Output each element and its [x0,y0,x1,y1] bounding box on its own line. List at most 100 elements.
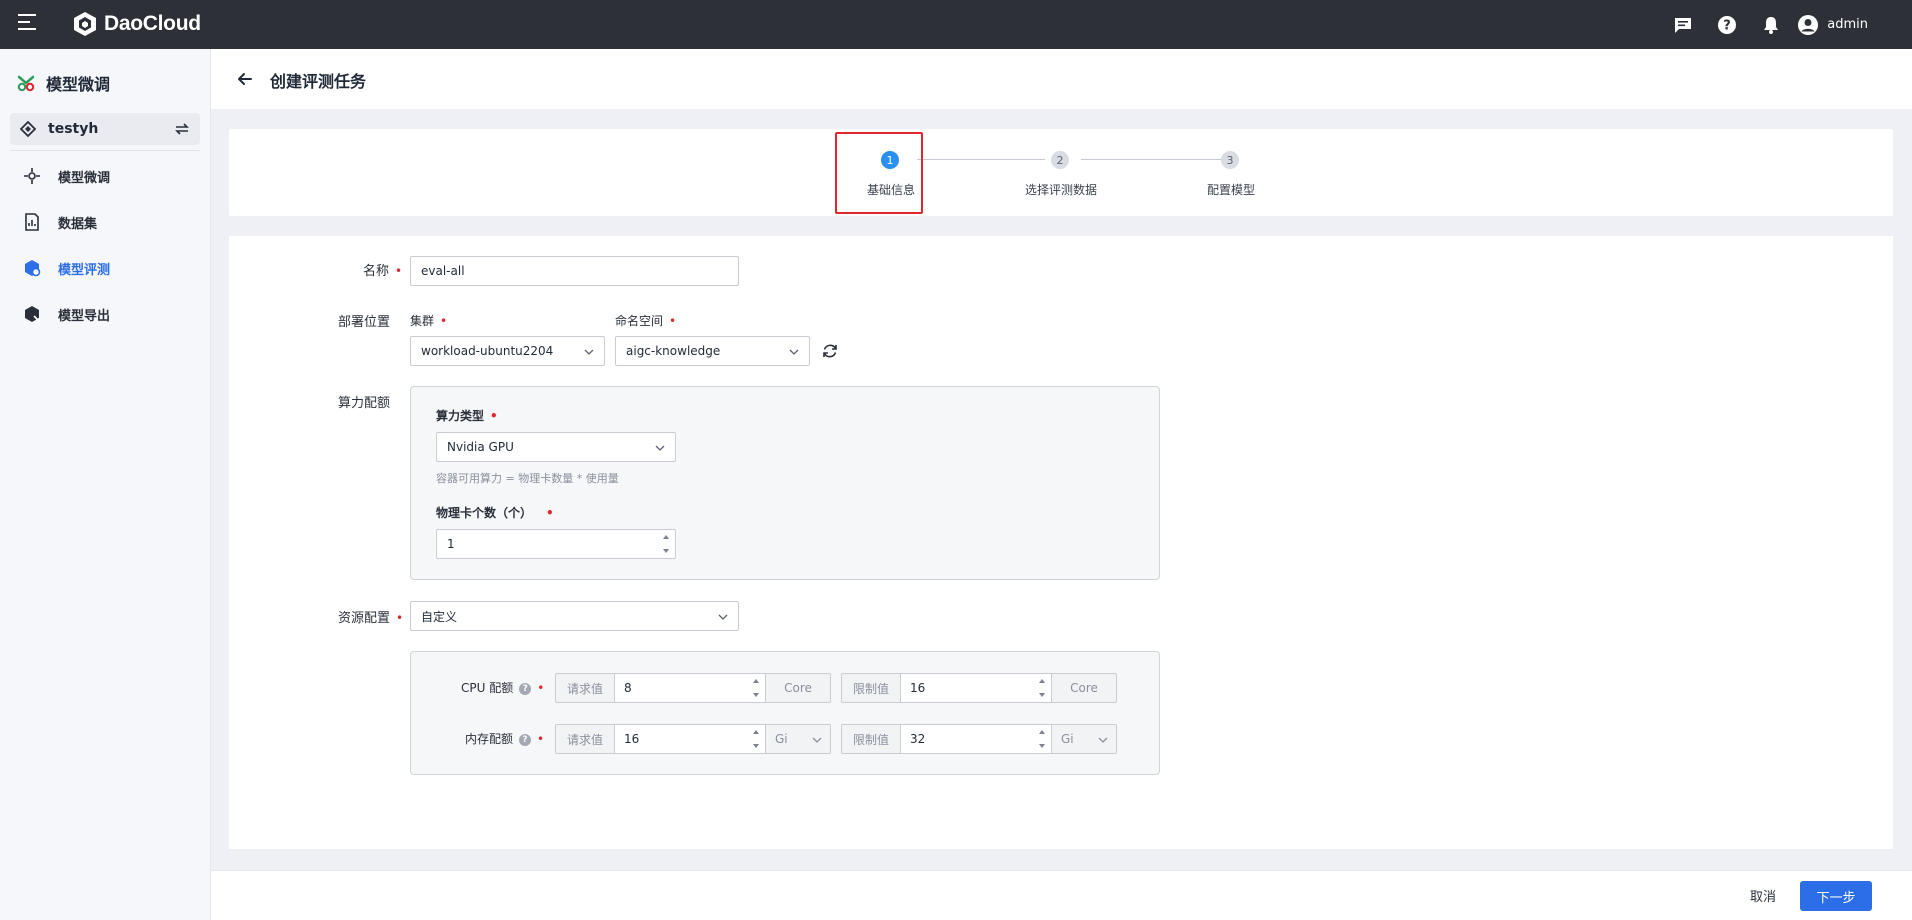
svg-text:?: ? [1723,18,1731,33]
memory-limit-prefix: 限制值 [841,724,901,754]
number-stepper[interactable] [1037,677,1047,699]
compute-type-value: Nvidia GPU [447,440,514,454]
cpu-request-prefix: 请求值 [555,673,615,703]
compute-type-select[interactable]: Nvidia GPU [436,432,676,462]
memory-limit-input[interactable]: 32 [900,724,1052,754]
deploy-label: 部署位置 [338,315,391,330]
sidebar-item-finetune[interactable]: 模型微调 [0,153,211,199]
step-connector [917,159,1045,160]
cluster-label: 集群 • [410,314,448,328]
number-stepper[interactable] [1037,728,1047,750]
resource-label: 资源配置 • [338,611,404,626]
chevron-down-icon [789,349,799,355]
dataset-icon [25,213,39,231]
chevron-down-icon [1098,737,1108,743]
user-name: admin [1827,17,1868,32]
chevron-down-icon [584,349,594,355]
sidebar-nav: 模型微调 数据集 模型评测 模型导出 [0,153,211,337]
next-step-button[interactable]: 下一步 [1800,881,1872,911]
namespace-label: 命名空间 • [615,314,677,328]
cpu-request-unit: Core [765,673,831,703]
workspace-name: testyh [48,121,99,137]
step-connector [1081,159,1227,160]
compute-type-label: 算力类型 • [436,409,498,423]
bell-icon[interactable] [1749,0,1793,49]
memory-request-input[interactable]: 16 [614,724,766,754]
cpu-quota-label: CPU 配额? • [461,681,545,695]
sidebar: 模型微调 testyh 模型微调 数据集 模型评测 模型导出 [0,49,211,920]
sidebar-item-label: 模型评测 [58,262,111,278]
memory-request-value: 16 [624,732,640,746]
gpu-count-label: 物理卡个数（个） • [436,506,554,520]
sidebar-item-label: 模型导出 [58,308,111,324]
page-title: 创建评测任务 [270,72,367,91]
cpu-limit-value: 16 [910,681,926,695]
refresh-icon[interactable] [821,342,839,360]
form-card: 名称 • eval-all 部署位置 集群 • workload-ubuntu220… [229,236,1893,849]
step-2-circle: 2 [1051,151,1069,169]
user-menu[interactable]: admin [1797,14,1868,36]
chevron-down-icon [655,445,665,451]
cpu-request-value: 8 [624,681,632,695]
number-stepper[interactable] [751,728,761,750]
gpu-count-value: 1 [447,537,455,551]
compute-label: 算力配额 [338,396,391,411]
resource-select[interactable]: 自定义 [410,601,739,631]
step-2-label: 选择评测数据 [1024,183,1098,197]
chevron-down-icon [718,614,728,620]
help-icon[interactable]: ? [519,682,532,695]
help-icon[interactable]: ? [519,733,532,746]
memory-quota-label: 内存配额? • [465,732,545,746]
workspace-icon [20,121,36,137]
avatar-icon [1798,14,1819,35]
cpu-request-input[interactable]: 8 [614,673,766,703]
brand-logo[interactable]: DaoCloud [72,10,201,38]
memory-request-unit-select[interactable]: Gi [765,724,831,754]
memory-limit-value: 32 [910,732,926,746]
compute-panel: 算力类型 • Nvidia GPU 容器可用算力 = 物理卡数量 * 使用量 物理… [410,386,1160,580]
step-3-circle: 3 [1221,151,1239,169]
workspace-switcher[interactable]: testyh [10,113,200,145]
cpu-limit-input[interactable]: 16 [900,673,1052,703]
sidebar-divider [10,150,200,151]
finetune-icon [24,168,40,184]
chevron-down-icon [812,737,822,743]
sidebar-item-label: 模型微调 [58,170,111,186]
sidebar-item-label: 数据集 [58,216,98,232]
help-icon[interactable]: ? [1705,0,1749,49]
steps-card: 1 基础信息 2 选择评测数据 3 配置模型 [229,129,1893,216]
page-header: 创建评测任务 [211,49,1912,109]
cpu-limit-unit: Core [1051,673,1117,703]
back-arrow-icon[interactable] [235,69,255,89]
gpu-count-input[interactable]: 1 [436,529,676,559]
namespace-select[interactable]: aigc-knowledge [615,336,810,366]
cpu-limit-prefix: 限制值 [841,673,901,703]
memory-limit-unit: Gi [1061,732,1074,746]
step-1-circle: 1 [881,151,899,169]
memory-limit-unit-select[interactable]: Gi [1051,724,1117,754]
sidebar-item-export[interactable]: 模型导出 [0,291,211,337]
cluster-select[interactable]: workload-ubuntu2204 [410,336,605,366]
number-stepper[interactable] [661,533,671,555]
step-3-label: 配置模型 [1206,183,1256,197]
footer-bar: 取消 下一步 [211,870,1912,920]
message-icon[interactable] [1661,0,1705,49]
cancel-button[interactable]: 取消 [1750,886,1776,905]
export-icon [25,306,40,322]
namespace-value: aigc-knowledge [626,344,721,358]
name-label: 名称 • [363,264,403,279]
brand-name: DaoCloud [104,12,201,35]
name-input[interactable]: eval-all [410,256,739,286]
sidebar-title: 模型微调 [16,71,110,95]
sidebar-item-dataset[interactable]: 数据集 [0,199,211,245]
memory-request-unit: Gi [775,732,788,746]
memory-request-prefix: 请求值 [555,724,615,754]
sidebar-item-eval[interactable]: 模型评测 [0,245,211,291]
menu-icon[interactable] [18,14,38,34]
number-stepper[interactable] [751,677,761,699]
resource-value: 自定义 [421,609,458,624]
step-1-label: 基础信息 [866,183,916,197]
cluster-value: workload-ubuntu2204 [421,344,554,358]
resource-panel: CPU 配额? • 请求值 8 Core 限制值 16 Core 内存配额? • 请… [410,651,1160,775]
switch-icon[interactable] [174,121,190,137]
